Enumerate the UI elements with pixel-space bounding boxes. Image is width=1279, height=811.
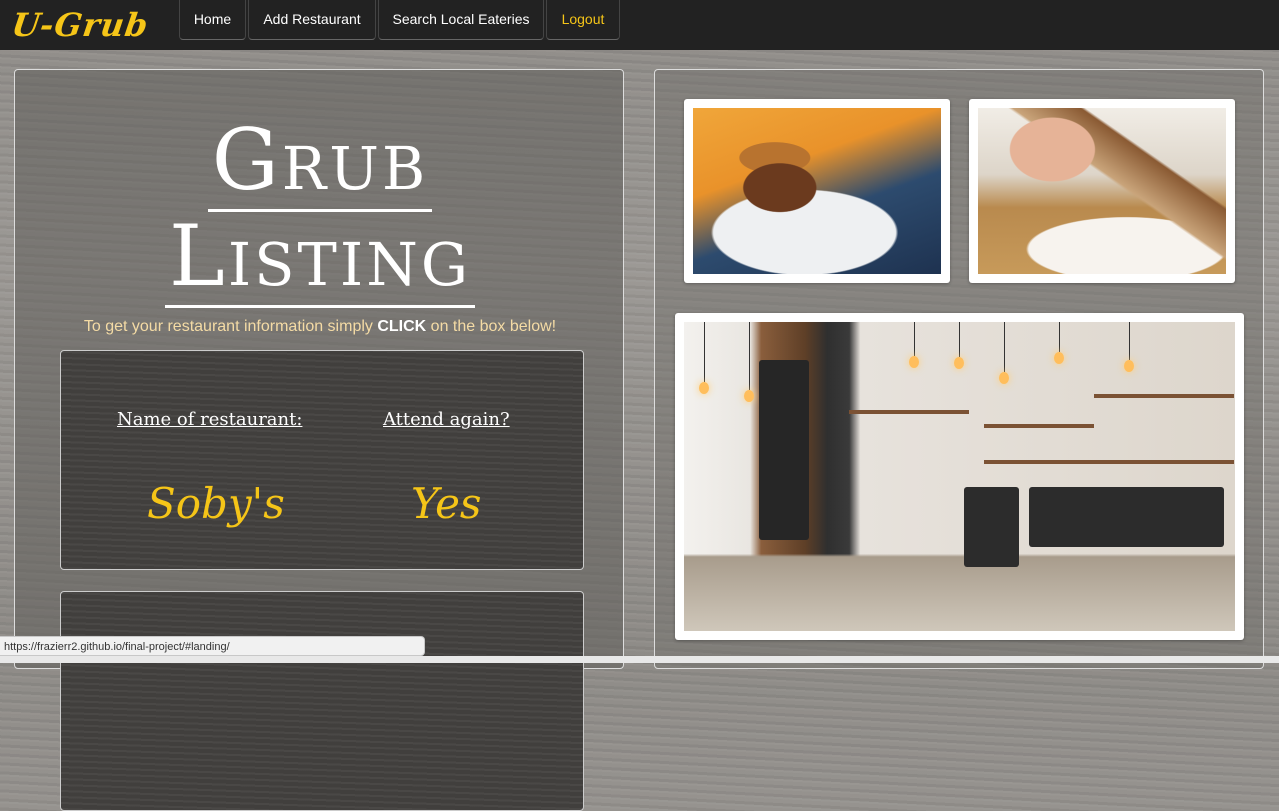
- burger-and-fries-image: [693, 108, 941, 274]
- restaurant-listing-card[interactable]: [60, 591, 584, 811]
- attend-column-header: Attend again?: [383, 409, 510, 430]
- nav-add-restaurant[interactable]: Add Restaurant: [248, 0, 376, 40]
- lamp-cord: [1059, 322, 1060, 352]
- attend-again-value: Yes: [411, 479, 482, 528]
- page-title-line-1: Grub: [15, 111, 625, 212]
- shelf-shape: [984, 460, 1234, 464]
- lamp-bulb: [744, 390, 754, 402]
- cake-slice-image: [978, 108, 1226, 274]
- lamp-bulb: [999, 372, 1009, 384]
- grinder-shape: [964, 487, 1019, 567]
- cafe-interior-image: [684, 322, 1235, 631]
- photo-frame-burger: [684, 99, 950, 283]
- lamp-cord: [749, 322, 750, 390]
- lamp-bulb: [1124, 360, 1134, 372]
- lamp-bulb: [954, 357, 964, 369]
- restaurant-listing-card[interactable]: Name of restaurant: Attend again? Soby's…: [60, 350, 584, 570]
- lamp-bulb: [909, 356, 919, 368]
- lamp-cord: [704, 322, 705, 382]
- browser-status-url: https://frazierr2.github.io/final-projec…: [0, 636, 425, 656]
- restaurant-name-value: Soby's: [147, 479, 285, 528]
- photo-gallery-panel: [654, 69, 1264, 669]
- top-navbar: U-Grub Home Add Restaurant Search Local …: [0, 0, 1279, 50]
- shelf-shape: [984, 424, 1094, 428]
- lamp-cord: [1004, 322, 1005, 372]
- brand-logo[interactable]: U-Grub: [9, 4, 151, 46]
- page-bottom-strip: [0, 656, 1279, 663]
- shelf-shape: [1094, 394, 1234, 398]
- lamp-cord: [914, 322, 915, 356]
- grub-listing-panel: Grub Listing To get your restaurant info…: [14, 69, 625, 811]
- name-column-header: Name of restaurant:: [117, 409, 303, 430]
- nav-logout[interactable]: Logout: [546, 0, 620, 40]
- lamp-cord: [1129, 322, 1130, 360]
- lamp-cord: [959, 322, 960, 357]
- instructions-text: To get your restaurant information simpl…: [83, 318, 557, 335]
- photo-frame-cafe: [675, 313, 1244, 640]
- page-title-line-2: Listing: [15, 207, 625, 308]
- chalkboard-shape: [759, 360, 809, 540]
- photo-frame-cake: [969, 99, 1235, 283]
- nav-search-local-eateries[interactable]: Search Local Eateries: [378, 0, 544, 40]
- shelf-shape: [849, 410, 969, 414]
- click-emphasis: CLICK: [377, 318, 427, 335]
- nav-home[interactable]: Home: [179, 0, 246, 40]
- espresso-machine-shape: [1029, 487, 1224, 547]
- lamp-bulb: [1054, 352, 1064, 364]
- lamp-bulb: [699, 382, 709, 394]
